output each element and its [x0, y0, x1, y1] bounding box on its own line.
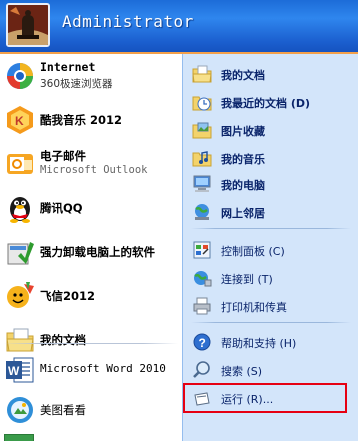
program-subtitle: 360极速浏览器 [40, 78, 113, 90]
program-item-uninstaller[interactable]: 强力卸载电脑上的软件 [0, 232, 182, 272]
qq-penguin-icon [4, 192, 36, 224]
place-label: 搜索 (S) [221, 365, 263, 378]
program-item-internet[interactable]: Internet 360极速浏览器 [0, 56, 182, 96]
program-item-outlook[interactable]: 电子邮件 Microsoft Outlook [0, 144, 182, 184]
place-label: 网上邻居 [221, 207, 265, 220]
outlook-mail-icon [4, 148, 36, 180]
place-label: 控制面板 (C) [221, 245, 285, 258]
printers-faxes-icon [192, 296, 212, 316]
place-help-support[interactable]: ? 帮助和支持 (H) [183, 330, 358, 354]
place-label: 打印机和传真 [221, 301, 287, 314]
program-name: 美图看看 [40, 403, 86, 417]
uninstall-icon [4, 236, 36, 268]
my-computer-icon [192, 174, 212, 194]
excel-icon [4, 434, 34, 441]
music-folder-icon [192, 148, 212, 168]
program-name: 强力卸载电脑上的软件 [40, 245, 155, 259]
browser-360-icon [4, 60, 36, 92]
start-menu: Administrator Internet 360极速浏览器 K 酷我音乐 2… [0, 0, 358, 441]
place-control-panel[interactable]: 控制面板 (C) [183, 238, 358, 262]
control-panel-icon [192, 240, 212, 260]
place-my-music[interactable]: 我的音乐 [183, 146, 358, 170]
run-highlight-box [183, 383, 347, 413]
program-name: 我的文档 [40, 333, 86, 347]
program-item-partial[interactable] [0, 432, 182, 441]
left-pane-divider [4, 343, 178, 344]
meitu-viewer-icon [4, 394, 36, 426]
program-item-fetion[interactable]: 飞信2012 [0, 276, 182, 316]
program-name: 腾讯QQ [40, 201, 83, 215]
place-my-computer[interactable]: 我的电脑 [183, 172, 358, 196]
place-label: 我最近的文档 (D) [221, 97, 311, 110]
word-icon: W [4, 354, 36, 386]
place-my-documents[interactable]: 我的文档 [183, 62, 358, 86]
documents-folder-icon [192, 64, 212, 84]
place-label: 我的音乐 [221, 153, 265, 166]
svg-text:W: W [8, 364, 20, 378]
places-divider [191, 322, 351, 323]
program-item-qq[interactable]: 腾讯QQ [0, 188, 182, 228]
program-name: 飞信2012 [40, 289, 96, 303]
place-recent-documents[interactable]: 我最近的文档 (D) [183, 90, 358, 114]
svg-text:K: K [15, 114, 24, 128]
program-name: 电子邮件 [40, 149, 86, 163]
places-divider [191, 228, 351, 229]
help-icon: ? [192, 332, 212, 352]
program-name: Internet [40, 60, 96, 74]
place-printers-faxes[interactable]: 打印机和传真 [183, 294, 358, 318]
place-label: 图片收藏 [221, 125, 265, 138]
search-icon [192, 360, 212, 380]
program-name: 酷我音乐 2012 [40, 113, 123, 127]
place-label: 帮助和支持 (H) [221, 337, 297, 350]
connect-to-icon [192, 268, 212, 288]
pinned-programs-pane: Internet 360极速浏览器 K 酷我音乐 2012 电子邮件 Micro… [0, 54, 182, 441]
kuwo-music-icon: K [4, 104, 36, 136]
user-name: Administrator [62, 12, 194, 31]
places-pane: 我的文档 我最近的文档 (D) 图片收藏 我的音乐 我的电脑 网上邻居 控制面板… [182, 54, 358, 441]
place-network-places[interactable]: 网上邻居 [183, 200, 358, 224]
start-menu-header: Administrator [0, 0, 358, 54]
user-avatar[interactable] [6, 3, 50, 47]
place-label: 我的电脑 [221, 179, 265, 192]
recent-documents-icon [192, 92, 212, 112]
place-connect-to[interactable]: 连接到 (T) [183, 266, 358, 290]
program-subtitle: Microsoft Outlook [40, 164, 148, 176]
place-my-pictures[interactable]: 图片收藏 [183, 118, 358, 142]
fetion-icon [4, 280, 36, 312]
network-places-icon [192, 202, 212, 222]
place-label: 我的文档 [221, 69, 265, 82]
place-label: 连接到 (T) [221, 273, 273, 286]
svg-text:?: ? [199, 336, 206, 350]
pictures-folder-icon [192, 120, 212, 140]
program-name: Microsoft Word 2010 [40, 362, 166, 375]
program-item-word[interactable]: W Microsoft Word 2010 [0, 350, 182, 390]
program-item-kuwo[interactable]: K 酷我音乐 2012 [0, 100, 182, 140]
program-item-meitu[interactable]: 美图看看 [0, 390, 182, 430]
place-search[interactable]: 搜索 (S) [183, 358, 358, 382]
